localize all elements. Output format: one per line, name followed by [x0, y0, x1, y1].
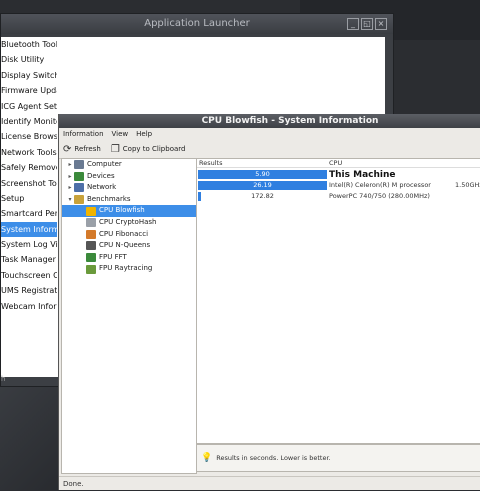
- cryptohash-icon: [86, 218, 96, 228]
- minimize-icon[interactable]: _: [347, 18, 359, 30]
- devices-icon: [74, 171, 84, 181]
- network-icon: [74, 183, 84, 193]
- expander-icon[interactable]: ▸: [66, 182, 74, 194]
- category-tree: ▸ Computer ▸ Devices ▸ Network ▾ Benchmarks CPU …: [61, 158, 197, 474]
- launcher-item[interactable]: Firmware Update: [1, 83, 57, 98]
- tree-item[interactable]: ▾ Benchmarks: [62, 194, 196, 206]
- tree-item-label: Benchmarks: [87, 194, 131, 203]
- tree-item[interactable]: CPU N-Queens: [62, 240, 196, 252]
- sysinfo-title: CPU Blowfish - System Information: [201, 116, 379, 126]
- raytracing-icon: [86, 264, 96, 274]
- result-cpu: Intel(R) Celeron(R) M processor: [329, 181, 431, 189]
- result-row[interactable]: 5.90 This Machine: [197, 170, 480, 180]
- results-column-header[interactable]: Results: [199, 159, 222, 167]
- results-note-text: Results in seconds. Lower is better.: [216, 454, 331, 462]
- fft-icon: [86, 253, 96, 263]
- launcher-item[interactable]: Bluetooth Tool: [1, 37, 57, 52]
- tree-item[interactable]: CPU CryptoHash: [62, 217, 196, 229]
- refresh-icon: ⟳: [63, 143, 72, 155]
- launcher-title: Application Launcher: [144, 18, 250, 29]
- status-bar: Done.: [59, 476, 480, 491]
- copy-icon: ❐: [110, 143, 120, 155]
- launcher-item[interactable]: License Browser: [1, 129, 57, 144]
- menu-view[interactable]: View: [112, 128, 129, 140]
- expander-icon[interactable]: ▸: [66, 171, 74, 183]
- menu-help[interactable]: Help: [136, 128, 152, 140]
- launcher-item[interactable]: System Information: [1, 221, 57, 238]
- tree-item[interactable]: FPU FFT: [62, 252, 196, 264]
- launcher-item[interactable]: Touchscreen Calibration: [1, 268, 57, 283]
- launcher-item[interactable]: Webcam Information: [1, 299, 57, 314]
- result-frequency: 1.50GHz: [455, 181, 480, 189]
- launcher-item[interactable]: Task Manager: [1, 252, 57, 267]
- tree-item[interactable]: ▸ Devices: [62, 171, 196, 183]
- maximize-icon[interactable]: ◱: [361, 18, 373, 30]
- launcher-filter-input[interactable]: h: [1, 374, 61, 384]
- tree-item[interactable]: CPU Blowfish: [62, 205, 196, 217]
- launcher-item[interactable]: Disk Utility: [1, 52, 57, 67]
- result-row[interactable]: 26.19 Intel(R) Celeron(R) M processor 1.50…: [197, 181, 480, 191]
- tree-item-label: CPU N-Queens: [99, 241, 151, 250]
- launcher-item[interactable]: Network Tools: [1, 145, 57, 160]
- launcher-titlebar[interactable]: Application Launcher _ ◱ ×: [1, 14, 393, 34]
- tree-item-label: Network: [87, 183, 117, 192]
- result-cpu: This Machine: [329, 170, 396, 180]
- result-value: 172.82: [251, 192, 274, 200]
- fibonacci-icon: [86, 229, 96, 239]
- tree-item[interactable]: ▸ Network: [62, 182, 196, 194]
- result-value: 26.19: [253, 181, 272, 189]
- computer-icon: [74, 160, 84, 170]
- tree-item[interactable]: FPU Raytracing: [62, 263, 196, 275]
- menu-information[interactable]: Information: [63, 128, 104, 140]
- tree-item-label: CPU Fibonacci: [99, 229, 149, 238]
- copy-to-clipboard-button[interactable]: ❐ Copy to Clipboard: [111, 144, 186, 155]
- blowfish-icon: [86, 206, 96, 216]
- results-table: Results CPU 5.90 This Machine 26.19 Intel(R…: [196, 158, 480, 444]
- cpu-column-header[interactable]: CPU: [329, 159, 342, 167]
- tree-item[interactable]: ▸ Computer: [62, 159, 196, 171]
- nqueens-icon: [86, 241, 96, 251]
- tree-item-label: CPU CryptoHash: [99, 217, 157, 226]
- tree-item-label: FPU Raytracing: [99, 264, 153, 273]
- launcher-item[interactable]: Identify Monitors: [1, 114, 57, 129]
- launcher-item[interactable]: Setup: [1, 191, 57, 206]
- launcher-item[interactable]: Smartcard Personalization: [1, 206, 57, 221]
- result-cpu: PowerPC 740/750 (280.00MHz): [329, 192, 430, 200]
- tree-item-label: CPU Blowfish: [99, 206, 145, 215]
- benchmarks-icon: [74, 195, 84, 205]
- launcher-item[interactable]: Display Switch: [1, 68, 57, 83]
- launcher-item[interactable]: Screenshot Tool: [1, 176, 57, 191]
- refresh-button[interactable]: ⟳ Refresh: [63, 144, 101, 155]
- sysinfo-titlebar[interactable]: CPU Blowfish - System Information: [59, 114, 480, 128]
- launcher-item[interactable]: Safely Remove Hardware: [1, 160, 57, 175]
- expander-icon[interactable]: ▸: [66, 159, 74, 171]
- launcher-item[interactable]: UMS Registration: [1, 283, 57, 298]
- tree-item-label: Devices: [87, 171, 115, 180]
- lightbulb-icon: 💡: [201, 453, 213, 463]
- refresh-label: Refresh: [74, 145, 101, 153]
- result-value: 5.90: [255, 170, 270, 178]
- launcher-item[interactable]: System Log Viewer: [1, 237, 57, 252]
- system-information-window: CPU Blowfish - System Information Inform…: [58, 114, 480, 490]
- tree-item[interactable]: CPU Fibonacci: [62, 229, 196, 241]
- launcher-item[interactable]: ICG Agent Setup: [1, 99, 57, 114]
- expander-icon[interactable]: ▾: [66, 194, 74, 206]
- menubar: Information View Help: [59, 128, 480, 140]
- toolbar: ⟳ Refresh ❐ Copy to Clipboard: [59, 140, 480, 159]
- result-row[interactable]: 172.82 PowerPC 740/750 (280.00MHz): [197, 192, 480, 202]
- tree-item-label: FPU FFT: [99, 252, 127, 261]
- tree-item-label: Computer: [87, 160, 122, 168]
- results-note: 💡 Results in seconds. Lower is better.: [196, 444, 480, 472]
- close-icon[interactable]: ×: [375, 18, 387, 30]
- copy-label: Copy to Clipboard: [122, 145, 186, 153]
